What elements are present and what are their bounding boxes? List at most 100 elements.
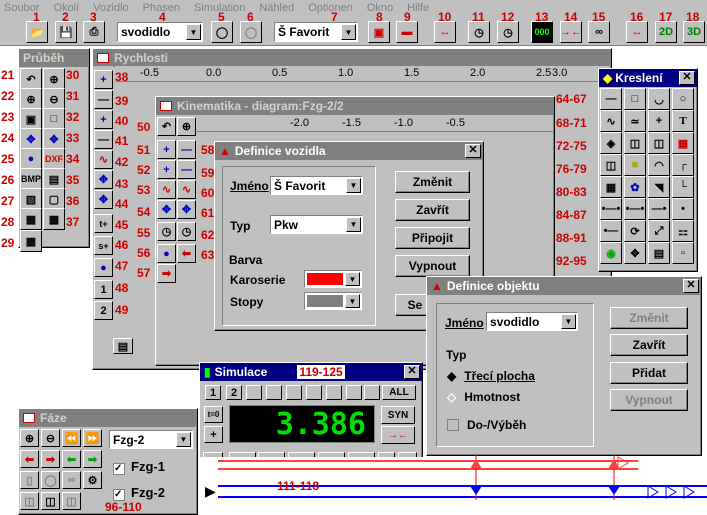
prubeh-tool-33[interactable]: ✥ [43, 128, 65, 150]
faze-item-1[interactable]: ✓ Fzg-1 [113, 459, 165, 475]
arrows-button[interactable]: →← [560, 21, 582, 43]
dxf-button[interactable]: DXF [43, 148, 65, 170]
list-tool-icon[interactable]: ▤ [648, 242, 670, 264]
kin-tool-62[interactable]: ◷ [177, 222, 196, 241]
scale-tool-icon[interactable]: ⤢ [648, 220, 670, 242]
point-tool-icon[interactable]: • [672, 198, 694, 220]
dimv-tool-icon[interactable]: •— [600, 220, 622, 242]
zoom-out-icon[interactable]: ⊖ [43, 88, 65, 110]
small-tool-icon[interactable]: ▫ [672, 242, 694, 264]
object-combo[interactable]: svodidlo ▼ [117, 22, 203, 42]
move-tool-icon[interactable]: ✥ [624, 242, 646, 264]
bottom-handle[interactable]: ▤ [113, 338, 133, 354]
display-button[interactable]: 000 [531, 21, 553, 43]
prubeh-zoom-in[interactable]: ⊕ [20, 88, 42, 110]
hatch-tool-icon[interactable]: ▦ [672, 132, 694, 154]
kin-minus2[interactable]: — [177, 160, 196, 179]
faze-red-right[interactable]: ➡ [41, 450, 60, 468]
bmp-button[interactable]: BMP [20, 168, 42, 190]
timer-button[interactable]: ◷ [497, 21, 519, 43]
curve-tool-icon[interactable]: ≃ [624, 110, 646, 132]
t0-button[interactable]: t=0 [204, 406, 223, 423]
kin-expand2[interactable]: ✥ [177, 200, 196, 219]
kin-zoom-in[interactable]: ⊕ [177, 117, 196, 136]
dim2-tool-icon[interactable]: •—• [624, 198, 646, 220]
prubeh-tool-27[interactable]: ▧ [20, 188, 42, 210]
prubeh-tool-37[interactable]: ▩ [43, 208, 65, 230]
kin-dot[interactable]: ● [157, 244, 176, 263]
rect-tool-icon[interactable]: □ [624, 88, 646, 110]
view-2d-button[interactable]: 2D [655, 21, 677, 43]
faze-green-left[interactable]: ⬅ [62, 450, 81, 468]
zoom-in-icon[interactable]: ⊕ [43, 68, 65, 90]
prubeh-tool-23[interactable]: ▣ [20, 108, 42, 130]
car-button[interactable]: ▬ [396, 21, 418, 43]
kin-tool-55[interactable]: ◷ [157, 222, 176, 241]
faze-tool-f[interactable]: ◫ [41, 492, 60, 510]
close-icon[interactable]: ✕ [679, 71, 695, 85]
vozidlo-jmeno-combo[interactable]: Š Favorit ▼ [270, 176, 363, 195]
fill-tool-icon[interactable]: ■ [624, 154, 646, 176]
kin-minus[interactable]: — [177, 140, 196, 159]
syn-button[interactable]: SYN [381, 406, 415, 424]
plus-tool-icon[interactable]: + [648, 110, 670, 132]
menu-nahled[interactable]: Náhled [259, 2, 294, 14]
width-button[interactable]: ↔ [626, 21, 648, 43]
grid-tool-icon[interactable]: ▦ [600, 176, 622, 198]
s-plus-button[interactable]: s+ [94, 236, 113, 255]
crosshair-button[interactable]: + [204, 426, 223, 443]
all-button[interactable]: ALL [382, 385, 416, 400]
sim-arrows-button[interactable]: →← [381, 426, 415, 444]
prubeh-tool-28[interactable]: ▩ [20, 208, 42, 230]
rotate-tool-icon[interactable]: ⟳ [624, 220, 646, 242]
prubeh-tool-32[interactable]: □ [43, 108, 65, 130]
sim-slot-3[interactable] [246, 385, 262, 400]
objekt-jmeno-combo[interactable]: svodidlo ▼ [486, 312, 578, 331]
close-icon[interactable]: ✕ [465, 144, 481, 158]
view-3d-button[interactable]: 3D [683, 21, 705, 43]
objekt-pridat-button[interactable]: Přidat [610, 362, 688, 384]
mirror2-tool-icon[interactable]: ◫ [648, 132, 670, 154]
wave-tool-icon[interactable]: ∿ [600, 110, 622, 132]
faze-tool-e[interactable]: ◫ [20, 492, 39, 510]
prubeh-tool-36[interactable]: ▢ [43, 188, 65, 210]
tool-15-button[interactable]: ∞ [588, 21, 610, 43]
curve-button[interactable]: ∿ [94, 150, 113, 169]
sim-slot-6[interactable] [306, 385, 322, 400]
objekt-zavrit-button[interactable]: Zavřít [610, 334, 688, 356]
text-tool-icon[interactable]: T [672, 110, 694, 132]
kin-expand[interactable]: ✥ [157, 200, 176, 219]
palette-tool-icon[interactable]: ◉ [600, 242, 622, 264]
expand2-button[interactable]: ✥ [94, 190, 113, 209]
faze-tool-d[interactable]: ⚙ [83, 471, 102, 489]
trecí-plocha-radio[interactable]: ◆ Třecí plocha [447, 369, 535, 383]
clock-button[interactable]: ◷ [468, 21, 490, 43]
series-1-button[interactable]: 1 [94, 280, 113, 299]
expand-button[interactable]: ✥ [94, 170, 113, 189]
series-2-button[interactable]: 2 [94, 301, 113, 320]
plus-button[interactable]: + [94, 70, 113, 89]
karoserie-color-combo[interactable]: ▼ [304, 270, 362, 288]
sim-tab-1[interactable]: 1 [205, 385, 221, 400]
save-button[interactable]: 💾 [55, 21, 77, 43]
zavrit-button[interactable]: Zavřít [395, 199, 470, 221]
dim3-tool-icon[interactable]: —• [648, 198, 670, 220]
sim-tab-2[interactable]: 2 [226, 385, 242, 400]
sim-slot-5[interactable] [286, 385, 302, 400]
prubeh-tool-25[interactable]: ● [20, 148, 42, 170]
prubeh-tool-29[interactable]: ▩ [20, 230, 42, 252]
object-tool-button[interactable]: ◯ [211, 21, 233, 43]
mirror-tool-icon[interactable]: ◫ [624, 132, 646, 154]
arc-tool-icon[interactable]: ◡ [648, 88, 670, 110]
t-plus-button[interactable]: t+ [94, 214, 113, 233]
angle-tool-icon[interactable]: └ [672, 176, 694, 198]
faze-green-right[interactable]: ➡ [83, 450, 102, 468]
copy-tool-icon[interactable]: ◫ [600, 154, 622, 176]
corner-tool-icon[interactable]: ┌ [672, 154, 694, 176]
faze-tool-a[interactable]: ▯ [20, 471, 39, 489]
sim-slot-9[interactable] [364, 385, 380, 400]
line-tool-icon[interactable]: — [600, 88, 622, 110]
pripojit-button[interactable]: Připojit [395, 227, 470, 249]
kin-plus[interactable]: + [157, 140, 176, 159]
fit-width-button[interactable]: ↔ [434, 21, 456, 43]
